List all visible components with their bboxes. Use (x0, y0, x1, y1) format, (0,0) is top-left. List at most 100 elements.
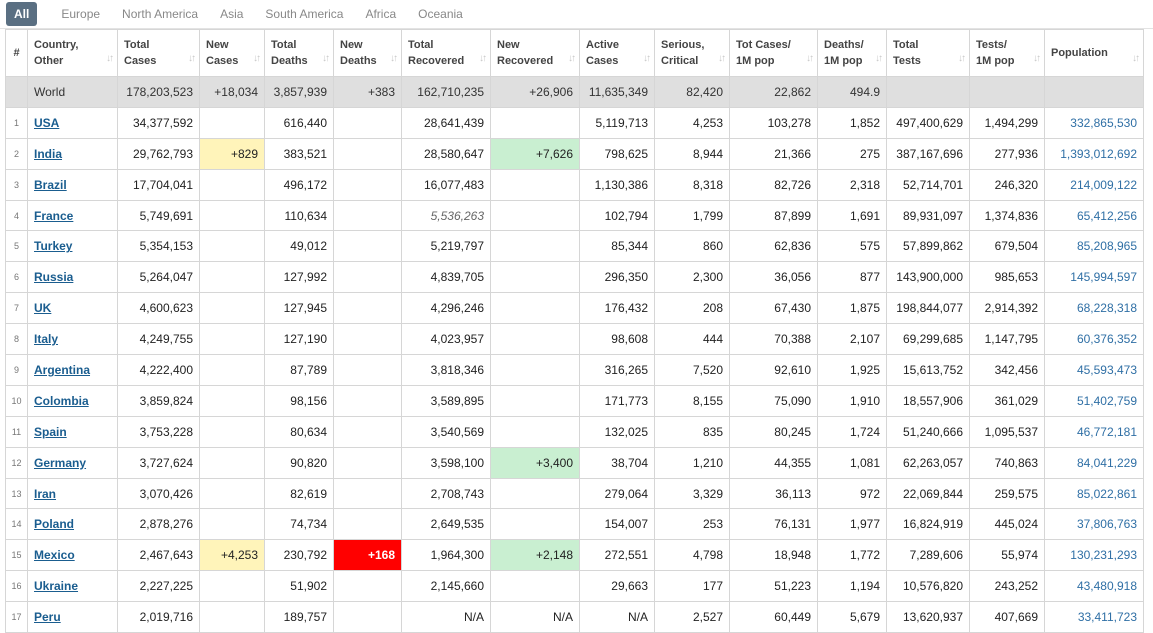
country-link[interactable]: France (34, 209, 73, 223)
header-country[interactable]: Country, Other ↓↑ (27, 29, 118, 77)
cell-cases-per-m: 92,610 (729, 354, 818, 386)
cell-cases-per-m: 82,726 (729, 168, 818, 201)
header-serious-critical[interactable]: Serious, Critical ↓↑ (654, 29, 730, 77)
table-row: 3 Brazil 17,704,041 496,172 16,077,483 1,130,… (5, 168, 1144, 201)
header-total-tests[interactable]: Total Tests ↓↑ (886, 29, 970, 77)
header-tests-per-million[interactable]: Tests/1M pop ↓↑ (969, 29, 1045, 77)
sort-icon[interactable]: ↓↑ (106, 51, 114, 67)
country-link[interactable]: USA (34, 116, 59, 130)
cell-total-cases: 34,377,592 (117, 106, 200, 139)
cell-total-deaths: 80,634 (264, 415, 334, 448)
cell-total-cases: 4,222,400 (117, 354, 200, 386)
sort-icon[interactable]: ↓↑ (188, 51, 196, 67)
country-link[interactable]: Peru (34, 610, 61, 624)
table-row: 9 Argentina 4,222,400 87,789 3,818,346 316,26… (5, 354, 1144, 386)
cell-population: 65,412,256 (1044, 199, 1144, 232)
row-index: 14 (5, 508, 28, 541)
country-link[interactable]: Turkey (34, 239, 72, 253)
cell-active: N/A (579, 601, 655, 633)
cell-tests-per-m: 985,653 (969, 261, 1045, 294)
country-cell: India (27, 137, 118, 170)
country-link[interactable]: Spain (34, 425, 67, 439)
cell-new-deaths (333, 106, 402, 139)
cell-cases-per-m: 80,245 (729, 415, 818, 448)
country-link[interactable]: Italy (34, 332, 58, 346)
cell-new-recovered (490, 106, 580, 139)
tab-europe[interactable]: Europe (53, 2, 108, 26)
cell-new-recovered: N/A (490, 601, 580, 633)
cell-tests-per-m: 679,504 (969, 230, 1045, 263)
tab-oceania[interactable]: Oceania (410, 2, 471, 26)
sort-icon[interactable]: ↓↑ (643, 51, 651, 67)
sort-icon[interactable]: ↓↑ (253, 51, 261, 67)
cell-tests-per-m: 1,095,537 (969, 415, 1045, 448)
tab-south-america[interactable]: South America (257, 2, 351, 26)
header-label: New (497, 39, 520, 51)
sort-icon[interactable]: ↓↑ (479, 51, 487, 67)
header-new-deaths[interactable]: New Deaths ↓↑ (333, 29, 402, 77)
sort-icon[interactable]: ↓↑ (1132, 51, 1140, 67)
table-row: 11 Spain 3,753,228 80,634 3,540,569 132,025 83… (5, 415, 1144, 448)
header-index[interactable]: # (5, 29, 28, 77)
header-active-cases[interactable]: Active Cases ↓↑ (579, 29, 655, 77)
header-label: Critical (661, 55, 699, 67)
header-total-deaths[interactable]: Total Deaths ↓↑ (264, 29, 334, 77)
sort-icon[interactable]: ↓↑ (875, 51, 883, 67)
cell-deaths-per-m: 2,107 (817, 323, 887, 356)
cell-total-cases: 5,749,691 (117, 199, 200, 232)
country-cell: Turkey (27, 230, 118, 263)
country-link[interactable]: Russia (34, 270, 73, 284)
sort-icon[interactable]: ↓↑ (806, 51, 814, 67)
tab-all[interactable]: All (6, 2, 38, 26)
cell-total-cases: 2,467,643 (117, 539, 200, 572)
header-label: 1M pop (976, 55, 1015, 67)
sort-icon[interactable]: ↓↑ (568, 51, 576, 67)
header-cases-per-million[interactable]: Tot Cases/1M pop ↓↑ (729, 29, 818, 77)
header-deaths-per-million[interactable]: Deaths/1M pop ↓↑ (817, 29, 887, 77)
tab-africa[interactable]: Africa (357, 2, 404, 26)
sort-icon[interactable]: ↓↑ (958, 51, 966, 67)
country-link[interactable]: Iran (34, 487, 56, 501)
country-link[interactable]: Brazil (34, 178, 67, 192)
row-index: 10 (5, 384, 28, 417)
header-label: Population (1051, 47, 1108, 59)
sort-icon[interactable]: ↓↑ (1033, 51, 1041, 67)
row-index: 5 (5, 230, 28, 263)
cell-total-recovered: 3,818,346 (401, 354, 491, 386)
tab-north-america[interactable]: North America (114, 2, 206, 26)
cell-population (1044, 76, 1144, 108)
header-label: Total (271, 39, 297, 51)
country-link[interactable]: UK (34, 301, 51, 315)
header-total-cases[interactable]: Total Cases ↓↑ (117, 29, 200, 77)
header-total-recovered[interactable]: Total Recovered ↓↑ (401, 29, 491, 77)
header-new-recovered[interactable]: New Recovered ↓↑ (490, 29, 580, 77)
row-index: 7 (5, 292, 28, 325)
header-new-cases[interactable]: New Cases ↓↑ (199, 29, 265, 77)
cell-new-recovered: +7,626 (490, 137, 580, 170)
cell-total-recovered: 162,710,235 (401, 76, 491, 108)
tab-asia[interactable]: Asia (212, 2, 251, 26)
country-link[interactable]: Argentina (34, 363, 90, 377)
table-row: 7 UK 4,600,623 127,945 4,296,246 176,432 208 67… (5, 292, 1144, 325)
cell-tests: 22,069,844 (886, 477, 970, 510)
sort-icon[interactable]: ↓↑ (390, 51, 398, 67)
sort-icon[interactable]: ↓↑ (718, 51, 726, 67)
cell-active: 102,794 (579, 199, 655, 232)
header-population[interactable]: Population ↓↑ (1044, 29, 1144, 77)
country-link[interactable]: India (34, 147, 62, 161)
row-index: 4 (5, 199, 28, 232)
cell-population: 84,041,229 (1044, 446, 1144, 479)
country-link[interactable]: Poland (34, 517, 74, 531)
country-link[interactable]: Mexico (34, 548, 75, 562)
country-link[interactable]: Colombia (34, 394, 89, 408)
cell-cases-per-m: 62,836 (729, 230, 818, 263)
cell-new-cases (199, 230, 265, 263)
cell-population: 85,022,861 (1044, 477, 1144, 510)
cell-new-recovered (490, 261, 580, 294)
header-row: # Country, Other ↓↑ Total Cases ↓↑ New Cases ↓↑ To… (5, 29, 1144, 77)
cell-cases-per-m: 18,948 (729, 539, 818, 572)
country-link[interactable]: Ukraine (34, 579, 78, 593)
country-link[interactable]: Germany (34, 456, 86, 470)
sort-icon[interactable]: ↓↑ (322, 51, 330, 67)
cell-active: 38,704 (579, 446, 655, 479)
